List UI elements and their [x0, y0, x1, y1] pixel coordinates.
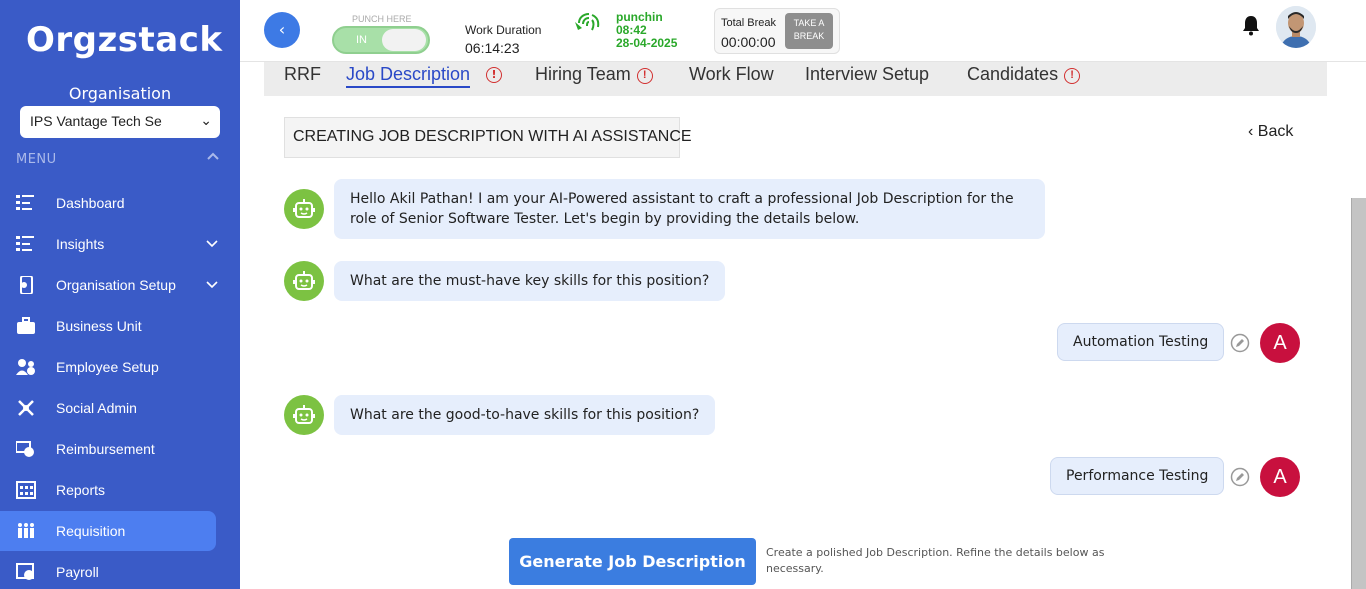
tab-label: Hiring Team: [535, 64, 631, 84]
tab-candidates[interactable]: Candidates!: [967, 64, 1081, 85]
sidebar-item-label: Employee Setup: [56, 359, 159, 375]
insights-icon: [16, 236, 34, 251]
bot-message: What are the good-to-have skills for thi…: [334, 395, 716, 435]
user-avatar: A: [1260, 457, 1300, 497]
punch-date: 28-04-2025: [616, 36, 678, 50]
work-duration-value: 06:14:23: [465, 40, 520, 56]
tab-bar: RRF Job Description ! Hiring Team! Work …: [264, 62, 1327, 96]
sidebar-item-label: Organisation Setup: [56, 277, 176, 293]
break-panel: Total Break 00:00:00 TAKE A BREAK: [714, 8, 840, 54]
take-break-button[interactable]: TAKE A BREAK: [785, 13, 833, 49]
organisation-setup-icon: [20, 276, 33, 294]
back-label: Back: [1257, 123, 1294, 140]
requisition-icon: [18, 523, 34, 538]
sidebar-item-label: Payroll: [56, 564, 99, 580]
sidebar-item-label: Social Admin: [56, 400, 137, 416]
tab-label: Candidates: [967, 64, 1059, 84]
profile-avatar[interactable]: [1276, 6, 1316, 48]
generate-note: Create a polished Job Description. Refin…: [766, 546, 1105, 575]
alert-icon: !: [1064, 68, 1081, 84]
sidebar-item-requisition[interactable]: Requisition: [0, 511, 216, 551]
briefcase-icon: [17, 317, 35, 334]
sidebar-item-social-admin[interactable]: Social Admin: [0, 388, 216, 428]
user-message: Performance Testing: [1050, 457, 1225, 495]
vertical-scrollbar[interactable]: [1351, 198, 1366, 589]
sidebar-item-reports[interactable]: Reports: [0, 470, 216, 510]
employee-setup-icon: [16, 359, 35, 375]
app-logo[interactable]: Orgzstack: [26, 20, 223, 60]
chevron-down-icon: ⌄: [200, 112, 212, 128]
sidebar-item-label: Reimbursement: [56, 441, 155, 457]
collapse-sidebar-button[interactable]: ‹: [264, 12, 300, 48]
sidebar: Orgzstack Organisation IPS Vantage Tech …: [0, 0, 240, 589]
fingerprint-icon: [575, 13, 600, 31]
bot-avatar: [284, 189, 324, 229]
alert-icon: !: [486, 67, 502, 83]
reimbursement-icon: [16, 441, 34, 457]
page-title: CREATING JOB DESCRIPTION WITH AI ASSISTA…: [284, 117, 692, 158]
sidebar-item-payroll[interactable]: Payroll: [0, 552, 216, 589]
sidebar-item-business-unit[interactable]: Business Unit: [0, 306, 216, 346]
sidebar-item-reimbursement[interactable]: Reimbursement: [0, 429, 216, 469]
sidebar-item-label: Reports: [56, 482, 106, 498]
take-break-line2: BREAK: [793, 31, 825, 41]
back-link[interactable]: ‹ Back: [1248, 123, 1293, 141]
sidebar-item-employee-setup[interactable]: Employee Setup: [0, 347, 216, 387]
bot-message: Hello Akil Pathan! I am your AI-Powered …: [334, 179, 1045, 239]
bell-icon[interactable]: [1242, 14, 1260, 36]
tab-label: Work Flow: [689, 64, 774, 84]
chevron-down-icon: [206, 281, 218, 289]
organisation-select[interactable]: IPS Vantage Tech Se ⌄: [20, 106, 220, 138]
sidebar-item-organisation-setup[interactable]: Organisation Setup: [0, 265, 218, 305]
punch-toggle[interactable]: IN: [332, 26, 430, 54]
sidebar-item-dashboard[interactable]: Dashboard: [0, 183, 216, 223]
profile-photo-icon: [1276, 6, 1316, 48]
sidebar-item-label: Requisition: [56, 523, 126, 539]
work-duration-label: Work Duration: [465, 23, 542, 37]
alert-icon: !: [636, 68, 653, 84]
tab-label: Interview Setup: [805, 64, 930, 84]
robot-icon: [293, 405, 315, 424]
reports-icon: [16, 481, 36, 499]
total-break-label: Total Break: [721, 17, 777, 29]
toggle-knob: [382, 29, 426, 51]
robot-icon: [293, 271, 315, 290]
sidebar-item-label: Dashboard: [56, 195, 125, 211]
organisation-label: Organisation: [68, 84, 172, 103]
edit-icon[interactable]: [1230, 467, 1250, 487]
punch-toggle-label: IN: [356, 34, 367, 46]
chevron-left-icon: ‹: [1248, 123, 1254, 140]
sidebar-item-label: Insights: [56, 236, 105, 252]
edit-icon[interactable]: [1230, 333, 1250, 353]
payroll-icon: [16, 563, 34, 580]
tab-interview-setup[interactable]: Interview Setup: [805, 64, 929, 85]
sidebar-item-label: Business Unit: [56, 318, 142, 334]
tab-label: Job Description: [346, 64, 471, 84]
sidebar-item-insights[interactable]: Insights: [0, 224, 218, 264]
punch-info: punchin 08:42 28-04-2025: [616, 11, 677, 50]
take-break-line1: TAKE A: [793, 18, 825, 28]
chevron-up-icon[interactable]: [206, 150, 220, 164]
user-avatar: A: [1260, 323, 1300, 363]
user-message: Automation Testing: [1057, 323, 1225, 361]
menu-label: MENU: [16, 152, 57, 167]
tab-work-flow[interactable]: Work Flow: [689, 64, 774, 85]
organisation-select-value: IPS Vantage Tech Se: [30, 113, 162, 129]
tab-job-description[interactable]: Job Description: [346, 64, 471, 88]
generate-job-description-button[interactable]: Generate Job Description: [509, 538, 756, 585]
bot-avatar: [284, 261, 324, 301]
bot-avatar: [284, 395, 324, 435]
bot-message: What are the must-have key skills for th…: [334, 261, 726, 301]
chevron-down-icon: [206, 240, 218, 248]
dashboard-icon: [16, 195, 34, 210]
tab-rrf[interactable]: RRF: [284, 64, 321, 85]
tab-hiring-team[interactable]: Hiring Team!: [535, 64, 653, 85]
total-break-value: 00:00:00: [721, 34, 776, 50]
tab-label: RRF: [284, 64, 321, 84]
punch-label: PUNCH HERE: [352, 14, 412, 24]
robot-icon: [293, 199, 315, 218]
top-header: ‹ PUNCH HERE IN Work Duration 06:14:23 p…: [240, 0, 1366, 62]
social-admin-icon: [18, 400, 34, 416]
